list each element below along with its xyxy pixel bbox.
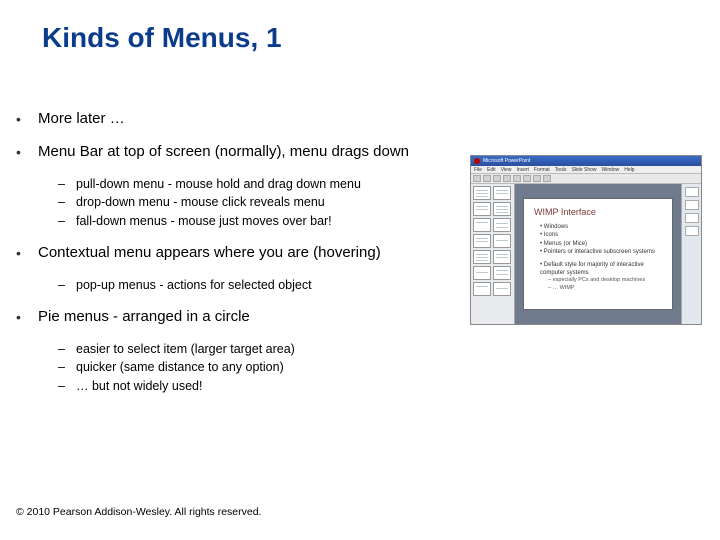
inner-bullet: • Icons bbox=[540, 231, 662, 239]
menu-item: Format bbox=[534, 167, 550, 173]
bullet-dot-icon: • bbox=[16, 244, 38, 263]
dash-icon: – bbox=[56, 176, 76, 193]
slide-canvas: WIMP Interface • Windows • Icons • Menus… bbox=[515, 184, 681, 324]
menu-item: Edit bbox=[487, 167, 496, 173]
bullet-level2: –pop-up menus - actions for selected obj… bbox=[56, 277, 456, 294]
bullet-text: … but not widely used! bbox=[76, 378, 456, 395]
editor-area: WIMP Interface • Windows • Icons • Menus… bbox=[471, 184, 701, 324]
thumbnail-icon bbox=[493, 218, 511, 232]
bullet-text: pop-up menus - actions for selected obje… bbox=[76, 277, 456, 294]
dash-icon: – bbox=[56, 359, 76, 376]
task-pane bbox=[681, 184, 701, 324]
dash-icon: – bbox=[56, 213, 76, 230]
thumbnail-icon bbox=[473, 250, 491, 264]
toolbar-button-icon bbox=[483, 175, 491, 182]
bullet-text: Pie menus - arranged in a circle bbox=[38, 308, 456, 327]
sub-bullets: –easier to select item (larger target ar… bbox=[56, 341, 456, 396]
inner-bullet: • Menus (or Mice) bbox=[540, 240, 662, 248]
bullet-level2: –… but not widely used! bbox=[56, 378, 456, 395]
toolbar-button-icon bbox=[523, 175, 531, 182]
menubar: File Edit View Insert Format Tools Slide… bbox=[471, 166, 701, 174]
bullet-level1: • More later … bbox=[16, 110, 456, 129]
bullet-level2: –quicker (same distance to any option) bbox=[56, 359, 456, 376]
pane-item-icon bbox=[685, 200, 699, 210]
thumbnail-icon bbox=[493, 266, 511, 280]
content-column: • More later … • Menu Bar at top of scre… bbox=[16, 110, 456, 409]
bullet-level1: • Pie menus - arranged in a circle bbox=[16, 308, 456, 327]
bullet-text: Menu Bar at top of screen (normally), me… bbox=[38, 143, 456, 162]
copyright-footer: © 2010 Pearson Addison-Wesley. All right… bbox=[16, 506, 261, 518]
dash-icon: – bbox=[56, 277, 76, 294]
menu-item: Insert bbox=[516, 167, 529, 173]
bullet-level1: • Menu Bar at top of screen (normally), … bbox=[16, 143, 456, 162]
inner-subbullet: – especially PCs and desktop machines bbox=[548, 277, 662, 285]
titlebar: Microsoft PowerPoint bbox=[471, 156, 701, 166]
thumbnail-icon bbox=[473, 186, 491, 200]
bullet-text: pull-down menu - mouse hold and drag dow… bbox=[76, 176, 456, 193]
pane-item-icon bbox=[685, 213, 699, 223]
thumbnail-icon bbox=[473, 266, 491, 280]
inner-bullet: • Pointers or interactive subscreen syst… bbox=[540, 248, 662, 256]
bullet-text: drop-down menu - mouse click reveals men… bbox=[76, 194, 456, 211]
toolbar-button-icon bbox=[503, 175, 511, 182]
bullet-text: Contextual menu appears where you are (h… bbox=[38, 244, 456, 263]
dash-icon: – bbox=[56, 341, 76, 358]
toolbar-button-icon bbox=[533, 175, 541, 182]
bullet-level2: –drop-down menu - mouse click reveals me… bbox=[56, 194, 456, 211]
toolbar-button-icon bbox=[513, 175, 521, 182]
thumbnail-icon bbox=[493, 202, 511, 216]
inner-bullet: • Windows bbox=[540, 223, 662, 231]
thumbnail-icon bbox=[473, 218, 491, 232]
pane-item-icon bbox=[685, 187, 699, 197]
menu-item: Help bbox=[624, 167, 634, 173]
inner-subbullet: – … WIMP bbox=[548, 285, 662, 293]
bullet-level2: –fall-down menus - mouse just moves over… bbox=[56, 213, 456, 230]
toolbar-button-icon bbox=[493, 175, 501, 182]
bullet-dot-icon: • bbox=[16, 110, 38, 129]
slide-preview: WIMP Interface • Windows • Icons • Menus… bbox=[523, 198, 673, 310]
bullet-level2: –easier to select item (larger target ar… bbox=[56, 341, 456, 358]
slide-thumbnails bbox=[471, 184, 515, 324]
app-title: Microsoft PowerPoint bbox=[483, 158, 530, 164]
menu-item: Slide Show bbox=[571, 167, 596, 173]
toolbar-button-icon bbox=[473, 175, 481, 182]
thumbnail-icon bbox=[473, 202, 491, 216]
dash-icon: – bbox=[56, 194, 76, 211]
bullet-dot-icon: • bbox=[16, 308, 38, 327]
pane-item-icon bbox=[685, 226, 699, 236]
menu-item: File bbox=[474, 167, 482, 173]
toolbar bbox=[471, 174, 701, 184]
sub-bullets: –pull-down menu - mouse hold and drag do… bbox=[56, 176, 456, 231]
bullet-text: easier to select item (larger target are… bbox=[76, 341, 456, 358]
thumbnail-icon bbox=[473, 234, 491, 248]
thumbnail-icon bbox=[493, 234, 511, 248]
thumbnail-icon bbox=[493, 250, 511, 264]
app-icon bbox=[474, 158, 480, 164]
sub-bullets: –pop-up menus - actions for selected obj… bbox=[56, 277, 456, 294]
menu-item: Window bbox=[602, 167, 620, 173]
menu-item: View bbox=[501, 167, 512, 173]
bullet-level2: –pull-down menu - mouse hold and drag do… bbox=[56, 176, 456, 193]
thumbnail-icon bbox=[493, 282, 511, 296]
toolbar-button-icon bbox=[543, 175, 551, 182]
bullet-dot-icon: • bbox=[16, 143, 38, 162]
inner-slide-title: WIMP Interface bbox=[534, 207, 662, 217]
screenshot-illustration: Microsoft PowerPoint File Edit View Inse… bbox=[470, 155, 702, 325]
bullet-text: quicker (same distance to any option) bbox=[76, 359, 456, 376]
thumbnail-icon bbox=[473, 282, 491, 296]
bullet-text: More later … bbox=[38, 110, 456, 129]
bullet-text: fall-down menus - mouse just moves over … bbox=[76, 213, 456, 230]
menu-item: Tools bbox=[555, 167, 567, 173]
inner-bullet: • Default style for majority of interact… bbox=[540, 261, 662, 278]
dash-icon: – bbox=[56, 378, 76, 395]
slide-title: Kinds of Menus, 1 bbox=[0, 0, 720, 54]
thumbnail-icon bbox=[493, 186, 511, 200]
bullet-level1: • Contextual menu appears where you are … bbox=[16, 244, 456, 263]
